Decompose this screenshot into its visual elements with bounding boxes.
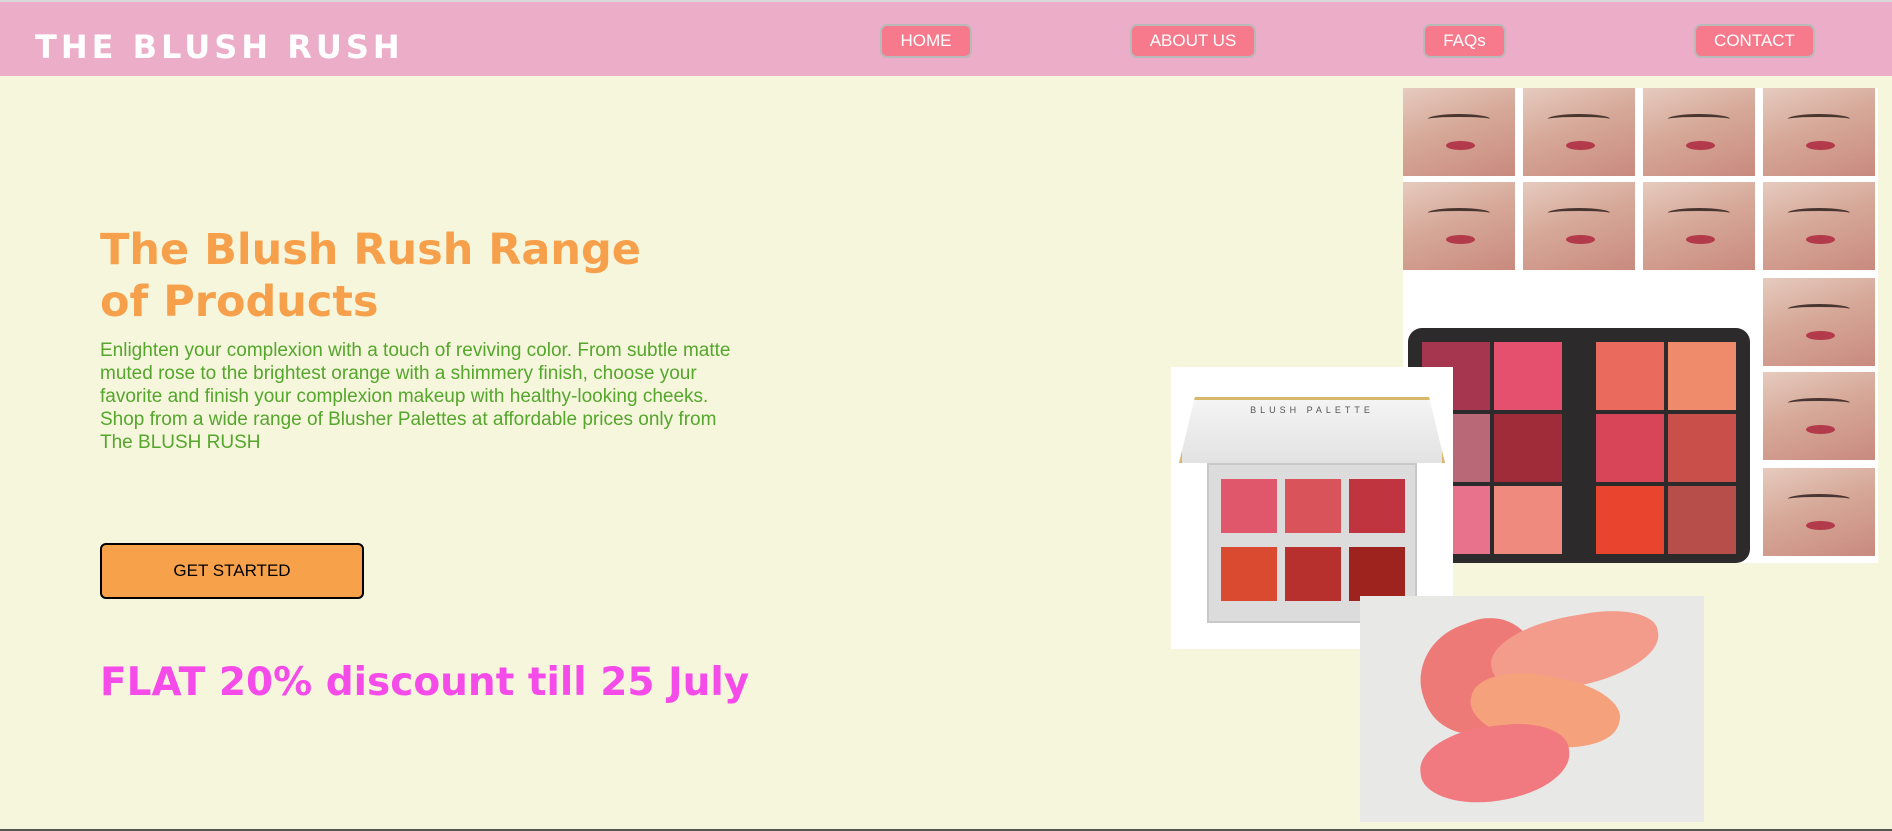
blush-pan [1668,342,1736,410]
get-started-button[interactable]: GET STARTED [100,543,364,599]
promo-text: FLAT 20% discount till 25 July [100,660,750,705]
face-image [1643,88,1755,176]
blush-palette-large-image [1408,328,1750,563]
blush-pan [1668,486,1736,554]
header-bar: THE BLUSH RUSH HOME ABOUT US FAQs CONTAC… [0,0,1892,76]
swatch-blob [1416,718,1574,809]
blush-pan [1494,342,1562,410]
brand-logo[interactable]: THE BLUSH RUSH [35,28,404,66]
blush-swatch-image [1360,596,1704,822]
face-image [1763,278,1875,366]
face-image [1763,88,1875,176]
face-image [1763,372,1875,460]
blush-pan [1285,479,1341,533]
nav-about-button[interactable]: ABOUT US [1130,24,1256,58]
nav-faqs-button[interactable]: FAQs [1423,24,1506,58]
blush-pan [1494,486,1562,554]
blush-pan [1221,479,1277,533]
blush-pan [1494,414,1562,482]
blush-pan [1596,486,1664,554]
blush-pan [1596,342,1664,410]
nav-home-button[interactable]: HOME [880,24,972,58]
face-image [1523,88,1635,176]
face-image [1763,182,1875,270]
nav-contact-button[interactable]: CONTACT [1694,24,1815,58]
compact-label: BLUSH PALETTE [1250,405,1374,415]
blush-pan [1596,414,1664,482]
blush-pan [1668,414,1736,482]
hero-description: Enlighten your complexion with a touch o… [100,340,731,453]
hero-title: The Blush Rush Range of Products [100,225,641,327]
face-image [1403,88,1515,176]
face-image [1763,468,1875,556]
blush-pan [1285,547,1341,601]
blush-pan [1349,547,1405,601]
face-image [1403,182,1515,270]
face-image [1643,182,1755,270]
blush-pan [1221,547,1277,601]
face-image [1523,182,1635,270]
blush-pan [1349,479,1405,533]
